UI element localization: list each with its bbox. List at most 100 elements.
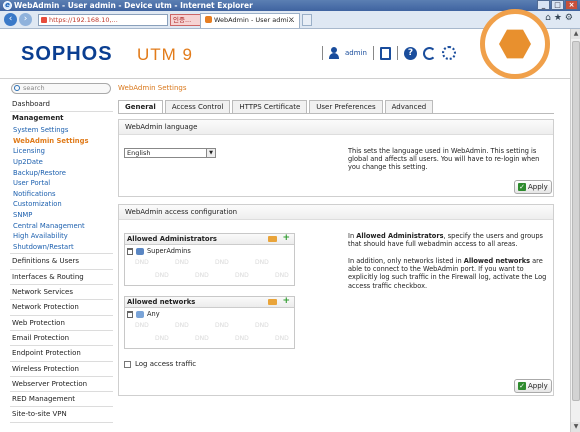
tab-access-control[interactable]: Access Control <box>164 100 231 113</box>
address-bar[interactable]: https://192.168.10,... <box>38 14 168 26</box>
activity-icon <box>441 46 456 60</box>
dnd-hint: DND <box>255 259 269 266</box>
window-title: WebAdmin - User admin - Device utm - Int… <box>14 1 253 10</box>
sidebar-item-dashboard[interactable]: Dashboard <box>10 97 113 113</box>
tab-close-icon[interactable]: × <box>288 15 295 24</box>
dnd-hint: DND <box>195 272 209 279</box>
sophos-badge-icon <box>480 9 550 79</box>
sidebar-item[interactable]: Email Protection <box>10 331 113 347</box>
favorites-icon[interactable]: ★ <box>554 13 565 23</box>
dnd-hint: DND <box>215 259 229 266</box>
language-select[interactable]: English ▼ <box>124 148 216 158</box>
apply-label: Apply <box>528 382 548 390</box>
product-name: UTM 9 <box>137 45 193 64</box>
user-name[interactable]: admin <box>345 49 367 57</box>
sidebar-subitem[interactable]: Licensing <box>10 146 113 157</box>
sidebar-subitem[interactable]: Up2Date <box>10 157 113 168</box>
internet-explorer-icon: e <box>3 1 12 10</box>
home-icon[interactable]: ⌂ <box>545 13 554 23</box>
box-title: Allowed networks + <box>125 296 294 308</box>
tab-https-certificate[interactable]: HTTPS Certificate <box>232 100 308 113</box>
apply-language-button[interactable]: ✓ Apply <box>514 180 552 194</box>
sidebar-item[interactable]: Interfaces & Routing <box>10 270 113 286</box>
entry-label[interactable]: SuperAdmins <box>147 247 191 255</box>
folder-icon[interactable] <box>268 236 277 242</box>
sidebar-item[interactable]: Web Protection <box>10 316 113 331</box>
sidebar-subitem-active[interactable]: WebAdmin Settings <box>10 136 113 147</box>
add-icon[interactable]: + <box>282 296 290 307</box>
tab-general[interactable]: General <box>118 100 163 114</box>
close-window-button[interactable]: × <box>565 0 578 10</box>
log-access-traffic-label[interactable]: Log access traffic <box>135 360 196 368</box>
box-body: SuperAdmins DND DND DND DND DND DND DND … <box>125 245 294 285</box>
box-body: Any DND DND DND DND DND DND DND DND <box>125 308 294 348</box>
divider <box>396 46 398 60</box>
tab-divider <box>118 113 554 114</box>
scroll-up-icon[interactable]: ▲ <box>571 29 580 39</box>
sidebar-subitem[interactable]: System Settings <box>10 125 113 136</box>
tab-user-preferences[interactable]: User Preferences <box>309 100 383 113</box>
sophos-logo: SOPHOS <box>21 43 113 65</box>
sidebar-item[interactable]: Definitions & Users <box>10 254 113 270</box>
sidebar-subitem[interactable]: Shutdown/Restart <box>10 242 113 253</box>
scroll-thumb[interactable] <box>572 41 580 401</box>
help-icon[interactable]: ? <box>403 46 417 60</box>
scroll-down-icon[interactable]: ▼ <box>571 422 580 432</box>
minimize-button[interactable]: _ <box>537 0 550 10</box>
apply-label: Apply <box>528 183 548 191</box>
sidebar-subitem[interactable]: Customization <box>10 199 113 210</box>
log-access-traffic-row: Log access traffic <box>124 360 196 368</box>
log-access-traffic-checkbox[interactable] <box>124 360 131 368</box>
document-icon[interactable] <box>379 46 391 60</box>
add-icon[interactable]: + <box>282 233 290 244</box>
sidebar-subitem[interactable]: Notifications <box>10 189 113 200</box>
dnd-hint: DND <box>255 322 269 329</box>
admins-description: In Allowed Administrators, specify the u… <box>348 232 548 248</box>
settings-tabs: General Access Control HTTPS Certificate… <box>118 100 434 114</box>
desc-text: In <box>348 232 357 240</box>
back-button[interactable]: ‹ <box>4 13 17 26</box>
sidebar-group-management: Management System Settings WebAdmin Sett… <box>10 112 113 255</box>
sidebar-item[interactable]: Network Services <box>10 285 113 301</box>
sidebar-item-management[interactable]: Management <box>10 112 113 125</box>
sidebar-subitem[interactable]: Backup/Restore <box>10 168 113 179</box>
new-tab-button[interactable] <box>302 14 312 26</box>
tab-advanced[interactable]: Advanced <box>384 100 434 113</box>
sidebar-item[interactable]: RED Management <box>10 392 113 408</box>
browser-tab[interactable]: WebAdmin - User admi... <box>200 13 300 28</box>
sidebar-subitem[interactable]: SNMP <box>10 210 113 221</box>
sidebar-subitem[interactable]: User Portal <box>10 178 113 189</box>
sidebar-item[interactable]: Webserver Protection <box>10 377 113 393</box>
checkmark-icon: ✓ <box>518 382 526 390</box>
sidebar-subitem[interactable]: Central Management <box>10 221 113 232</box>
entry-label[interactable]: Any <box>147 310 160 318</box>
reload-icon[interactable] <box>422 46 436 60</box>
dnd-hint: DND <box>275 335 289 342</box>
desc-text: In addition, only networks listed in <box>348 257 464 265</box>
user-icon <box>329 47 339 59</box>
sidebar-item[interactable]: Wireless Protection <box>10 362 113 377</box>
allowed-networks-box: Allowed networks + Any DND DND DND DND D… <box>124 296 295 349</box>
page-scrollbar[interactable]: ▲ ▼ <box>570 29 580 432</box>
desc-bold: Allowed Administrators <box>356 232 444 240</box>
gear-icon[interactable]: ⚙ <box>565 13 576 23</box>
dnd-hint: DND <box>235 272 249 279</box>
forward-button[interactable]: › <box>19 13 32 26</box>
trash-icon[interactable] <box>127 310 133 318</box>
dnd-hint: DND <box>155 272 169 279</box>
network-icon <box>136 310 144 318</box>
sidebar-item[interactable]: Site-to-site VPN <box>10 407 113 423</box>
panel-title: WebAdmin language <box>119 120 553 135</box>
apply-access-button[interactable]: ✓ Apply <box>514 379 552 393</box>
folder-icon[interactable] <box>268 299 277 305</box>
maximize-button[interactable]: □ <box>551 0 564 10</box>
sidebar-item[interactable]: Network Protection <box>10 300 113 316</box>
lock-icon <box>41 17 47 23</box>
sidebar-subitem[interactable]: High Availability <box>10 231 113 242</box>
trash-icon[interactable] <box>127 247 133 255</box>
sidebar-item[interactable]: Endpoint Protection <box>10 346 113 362</box>
language-value: English <box>127 149 151 157</box>
search-input[interactable]: search <box>11 83 111 94</box>
sidebar: Dashboard Management System Settings Web… <box>10 97 113 423</box>
allowed-administrators-box: Allowed Administrators + SuperAdmins DND… <box>124 233 295 286</box>
